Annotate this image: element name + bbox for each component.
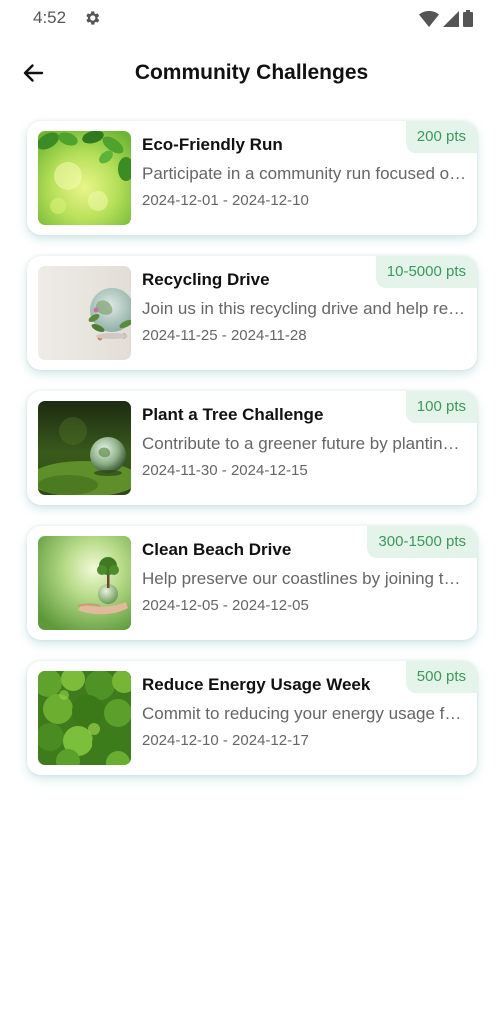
settings-gear-icon <box>83 9 101 27</box>
challenge-description: Help preserve our coastlines by joining … <box>142 569 467 588</box>
challenge-dates: 2024-12-10 - 2024-12-17 <box>142 732 309 749</box>
challenge-dates: 2024-12-05 - 2024-12-05 <box>142 597 309 614</box>
challenge-title: Clean Beach Drive <box>142 540 292 559</box>
wifi-icon <box>419 10 439 32</box>
points-badge: 10-5000 pts <box>375 256 477 288</box>
challenge-card[interactable]: Reduce Energy Usage Week Commit to reduc… <box>27 661 477 775</box>
challenge-description: Commit to reducing your energy usage for… <box>142 704 467 723</box>
challenge-thumbnail <box>38 536 131 630</box>
challenge-thumbnail <box>38 401 131 495</box>
challenge-title: Reduce Energy Usage Week <box>142 675 371 694</box>
status-icons <box>419 10 473 32</box>
status-time: 4:52 <box>33 8 67 27</box>
challenge-dates: 2024-11-25 - 2024-11-28 <box>142 327 307 344</box>
challenge-description: Join us in this recycling drive and help… <box>142 299 467 318</box>
challenge-card[interactable]: Clean Beach Drive Help preserve our coas… <box>27 526 477 640</box>
points-badge: 500 pts <box>405 661 477 693</box>
cell-signal-icon <box>443 10 459 32</box>
challenge-dates: 2024-11-30 - 2024-12-15 <box>142 462 308 479</box>
challenge-title: Plant a Tree Challenge <box>142 405 324 424</box>
points-badge: 300-1500 pts <box>367 526 477 558</box>
challenge-thumbnail <box>38 266 131 360</box>
points-badge: 100 pts <box>405 391 477 423</box>
challenge-dates: 2024-12-01 - 2024-12-10 <box>142 192 309 209</box>
app-bar: Community Challenges <box>0 44 503 104</box>
challenge-description: Contribute to a greener future by planti… <box>142 434 467 453</box>
challenge-card[interactable]: Recycling Drive Join us in this recyclin… <box>27 256 477 370</box>
challenge-card[interactable]: Eco-Friendly Run Participate in a commun… <box>27 121 477 235</box>
battery-icon <box>463 10 473 32</box>
challenge-thumbnail <box>38 131 131 225</box>
challenge-title: Eco-Friendly Run <box>142 135 283 154</box>
challenge-title: Recycling Drive <box>142 270 270 289</box>
status-bar: 4:52 <box>0 0 503 38</box>
challenge-card[interactable]: Plant a Tree Challenge Contribute to a g… <box>27 391 477 505</box>
page-title: Community Challenges <box>134 61 369 84</box>
challenge-list: Eco-Friendly Run Participate in a commun… <box>27 121 477 796</box>
points-badge: 200 pts <box>405 121 477 153</box>
challenge-thumbnail <box>38 671 131 765</box>
challenge-description: Participate in a community run focused o… <box>142 164 467 183</box>
